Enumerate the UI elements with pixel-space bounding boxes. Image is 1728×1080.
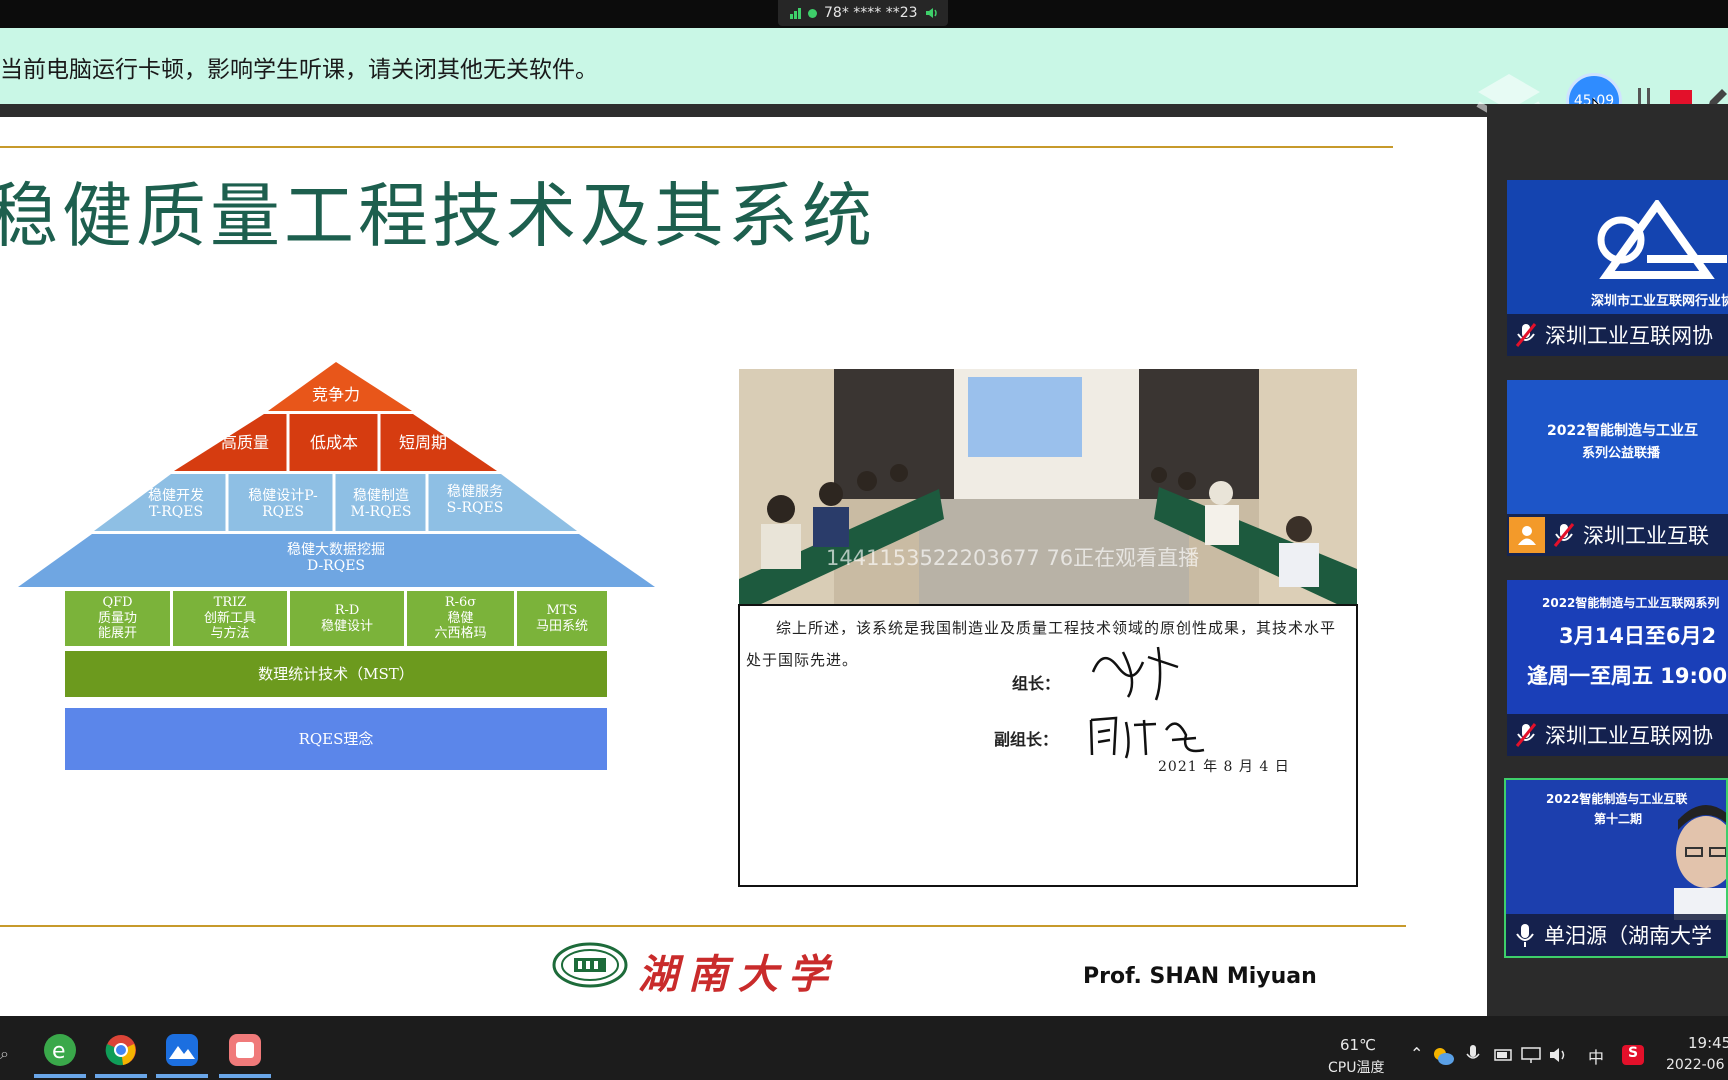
method-cell-rd: R-D 稳健设计 bbox=[290, 591, 404, 646]
user-icon bbox=[1518, 526, 1536, 545]
tile-banner-text: 2022智能制造与工业互联网系列 bbox=[1542, 596, 1720, 610]
tile-banner-date: 3月14日至6月2 bbox=[1559, 624, 1717, 648]
clock-date[interactable]: 2022-06 bbox=[1666, 1057, 1725, 1073]
participant-video-tile[interactable]: 2022智能制造与工业互联网系列 3月14日至6月2 逢周一至周五 19:00 … bbox=[1507, 580, 1728, 756]
cpu-temp-value: 61℃ bbox=[1340, 1036, 1376, 1054]
tier2-label: 低成本 bbox=[309, 433, 358, 452]
bottom-gold-divider bbox=[0, 925, 1406, 927]
leader-label: 组长： bbox=[1012, 674, 1061, 693]
meeting-app-icon[interactable] bbox=[166, 1034, 198, 1066]
ime-indicator[interactable]: 中 bbox=[1588, 1044, 1604, 1068]
association-logo bbox=[1597, 200, 1727, 279]
document-text: 综上所述，该系统是我国制造业及质量工程技术领域的原创性成果，其技术水平处于国际先… bbox=[746, 619, 1337, 669]
apex-label: 竞争力 bbox=[311, 385, 360, 404]
tier2-label: 高质量 bbox=[220, 433, 269, 452]
appraisal-document: 综上所述，该系统是我国制造业及质量工程技术领域的原创性成果，其技术水平处于国际先… bbox=[738, 604, 1358, 887]
participant-name: 深圳工业互联网协 bbox=[1545, 724, 1713, 748]
active-speaker-video-tile[interactable]: 2022智能制造与工业互联 第十二期 单汨源（湖南大学 bbox=[1504, 778, 1728, 958]
participant-name: 深圳工业互联网协 bbox=[1545, 324, 1713, 348]
browser-app-icon[interactable]: e bbox=[44, 1034, 76, 1066]
university-name: 湖南大学 bbox=[638, 951, 838, 998]
note-icon bbox=[236, 1042, 254, 1058]
network-id-text: 78* **** **23 bbox=[824, 5, 918, 21]
participant-name: 单汨源（湖南大学 bbox=[1544, 924, 1712, 948]
speaker-video bbox=[1674, 805, 1726, 920]
signal-icon bbox=[790, 7, 801, 19]
participant-name-bar: 深圳工业互联网协 bbox=[1507, 314, 1728, 356]
microphone-icon[interactable] bbox=[1466, 1044, 1480, 1066]
stats-layer: 数理统计技术（MST） bbox=[65, 651, 607, 697]
participant-video-tile[interactable]: 深圳市工业互联网行业协 深圳工业互联网协 bbox=[1507, 180, 1728, 356]
tile-banner-text: 2022智能制造与工业互 bbox=[1547, 423, 1698, 439]
notes-app-icon[interactable] bbox=[229, 1034, 261, 1066]
viewer-watermark: 1441153522203677 76正在观看直播 bbox=[826, 546, 1200, 570]
deputy-signature bbox=[1089, 716, 1205, 759]
participant-video-tile[interactable]: 2022智能制造与工业互 系列公益联播 深圳工业互联 bbox=[1507, 380, 1728, 556]
search-icon[interactable]: ⌕ bbox=[0, 1044, 9, 1064]
tile-banner-schedule: 逢周一至周五 19:00 bbox=[1527, 664, 1728, 688]
mic-muted-icon bbox=[1515, 323, 1537, 347]
tier2-label: 短周期 bbox=[398, 433, 447, 452]
presentation-slide: 稳健质量工程技术及其系统 竞争力 高质量 低成本 短周期 稳健开发 T-RQES … bbox=[0, 104, 1487, 1016]
university-seal-logo bbox=[552, 942, 628, 988]
presenter-name: Prof. SHAN Miyuan bbox=[1083, 964, 1317, 989]
speaker-icon bbox=[925, 8, 937, 18]
cpu-temp-label: CPU温度 bbox=[1328, 1060, 1385, 1076]
tier3-label: 稳健开发 T-RQES bbox=[148, 488, 204, 521]
svg-text:e: e bbox=[52, 1039, 66, 1064]
volume-icon[interactable] bbox=[1548, 1046, 1570, 1064]
method-cell-qfd: QFD 质量功 能展开 bbox=[65, 591, 170, 646]
sogou-ime-icon[interactable]: S bbox=[1622, 1045, 1644, 1065]
participant-name-bar: 深圳工业互联 bbox=[1507, 514, 1728, 556]
tile-banner-subtext: 第十二期 bbox=[1594, 812, 1643, 826]
app-active-indicator bbox=[34, 1074, 86, 1078]
method-cell-triz: TRIZ 创新工具 与方法 bbox=[173, 591, 287, 646]
network-icon[interactable] bbox=[1520, 1046, 1542, 1064]
tier3-label: 稳健设计P- RQES bbox=[248, 488, 318, 521]
app-active-indicator bbox=[156, 1074, 208, 1078]
chevron-up-icon[interactable]: ⌃ bbox=[1410, 1044, 1423, 1063]
chrome-app-icon[interactable] bbox=[105, 1034, 137, 1066]
app-active-indicator bbox=[219, 1074, 271, 1078]
participant-name-bar: 单汨源（湖南大学 bbox=[1506, 914, 1726, 956]
app-active-indicator bbox=[95, 1074, 147, 1078]
tile-banner-text: 深圳市工业互联网行业协 bbox=[1591, 294, 1728, 309]
tier4-label: 稳健大数据挖掘 D-RQES bbox=[287, 542, 385, 575]
clock-time[interactable]: 19:45 bbox=[1688, 1034, 1728, 1052]
deputy-leader-label: 副组长： bbox=[994, 730, 1059, 749]
weather-icon[interactable] bbox=[1432, 1046, 1454, 1066]
mountain-icon bbox=[169, 1046, 195, 1059]
e-icon: e bbox=[52, 1039, 66, 1064]
notice-text: 当前电脑运行卡顿，影响学生听课，请关闭其他无关软件。 bbox=[0, 57, 598, 83]
base-layer: RQES理念 bbox=[65, 708, 607, 770]
document-date: 2021 年 8 月 4 日 bbox=[1158, 759, 1290, 775]
participant-name-bar: 深圳工业互联网协 bbox=[1507, 714, 1728, 756]
avatar bbox=[1509, 517, 1545, 553]
method-cell-mts: MTS 马田系统 bbox=[517, 591, 607, 646]
rqes-pyramid-diagram: 竞争力 高质量 低成本 短周期 稳健开发 T-RQES 稳健设计P- RQES 稳健… bbox=[0, 104, 700, 804]
pyramid-shapes bbox=[18, 362, 655, 587]
mic-muted-icon bbox=[1515, 723, 1537, 747]
tier3-label: 稳健服务 S-RQES bbox=[446, 484, 504, 517]
tile-banner-subtext: 系列公益联播 bbox=[1582, 446, 1661, 461]
participant-name: 深圳工业互联 bbox=[1583, 524, 1709, 548]
network-status-pill[interactable]: 78* **** **23 bbox=[778, 0, 948, 26]
mic-icon bbox=[1516, 924, 1534, 947]
method-cell-r6sigma: R-6σ 稳健 六西格玛 bbox=[407, 591, 514, 646]
battery-icon[interactable] bbox=[1494, 1047, 1514, 1063]
leader-signature bbox=[1091, 646, 1179, 701]
tier3-label: 稳健制造 M-RQES bbox=[350, 488, 412, 521]
connection-dot-icon bbox=[808, 8, 817, 18]
mic-muted-icon bbox=[1553, 523, 1575, 547]
